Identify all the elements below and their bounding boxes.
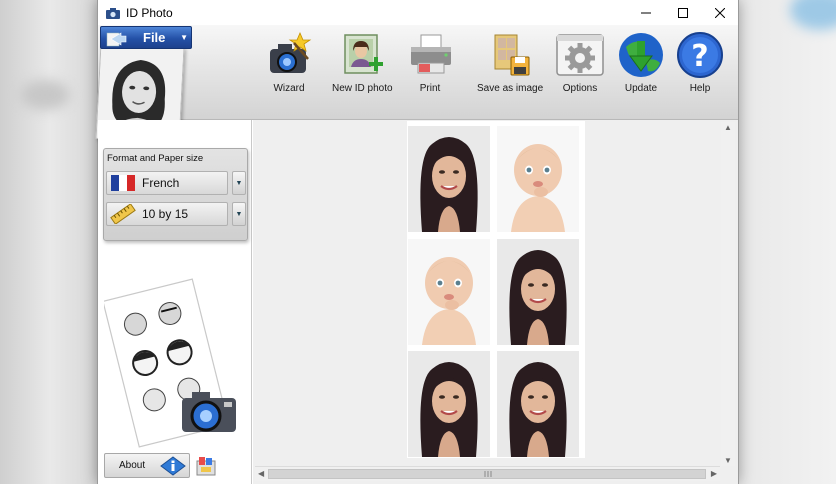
- globe-download-icon: [619, 33, 663, 77]
- id-photo-baby: [408, 239, 490, 345]
- horizontal-scrollbar[interactable]: ◀ ▶: [255, 466, 720, 481]
- minimize-icon: [640, 12, 651, 13]
- desktop-background: [20, 80, 70, 110]
- horizontal-scroll-thumb[interactable]: [268, 469, 706, 479]
- paper-size-select-value: 10 by 15: [142, 207, 189, 221]
- options-button[interactable]: Options: [555, 29, 605, 94]
- id-photo-woman: [408, 126, 490, 232]
- new-id-photo-icon: [344, 34, 384, 74]
- wizard-button[interactable]: Wizard: [264, 29, 314, 94]
- file-arrow-icon: [106, 32, 127, 47]
- update-label: Update: [624, 83, 658, 94]
- format-dropdown-button[interactable]: ▼: [232, 171, 246, 195]
- french-flag-icon: [111, 175, 135, 191]
- woman-portrait-image: [497, 239, 579, 345]
- format-panel-title: Format and Paper size: [107, 153, 204, 164]
- help-icon: ?: [677, 32, 723, 78]
- save-as-image-icon: [494, 34, 530, 76]
- vertical-scrollbar[interactable]: ▲ ▼: [721, 122, 735, 466]
- id-photo-woman: [497, 239, 579, 345]
- update-button[interactable]: Update: [616, 29, 666, 94]
- id-photo-woman: [497, 351, 579, 457]
- app-window: ID Photo File ▼ Wizard New ID photo Prin…: [95, 0, 739, 484]
- photo-sheet-illustration: [104, 278, 236, 448]
- ruler-icon: [110, 204, 136, 224]
- file-menu-button[interactable]: File ▼: [100, 26, 192, 49]
- format-select-value: French: [142, 176, 180, 190]
- maximize-button[interactable]: [664, 0, 701, 25]
- svg-text:?: ?: [691, 39, 708, 74]
- left-panel: Format and Paper size French ▼ 10 by 15 …: [98, 120, 252, 484]
- window-title: ID Photo: [126, 5, 173, 20]
- id-photo-baby: [497, 126, 579, 232]
- chevron-down-icon: ▼: [235, 179, 243, 187]
- close-icon: [714, 7, 725, 18]
- format-paper-panel: Format and Paper size French ▼ 10 by 15 …: [103, 148, 248, 241]
- about-label: About: [119, 460, 146, 471]
- woman-portrait-image: [408, 351, 490, 457]
- about-button[interactable]: About: [104, 453, 190, 478]
- save-as-image-button[interactable]: Save as image: [477, 29, 543, 94]
- toolbar: File ▼ Wizard New ID photo Print Save as…: [95, 25, 738, 144]
- print-label: Print: [419, 83, 441, 94]
- wizard-label: Wizard: [273, 83, 305, 94]
- minimize-button[interactable]: [627, 0, 664, 25]
- chevron-down-icon: ▼: [180, 33, 188, 42]
- woman-portrait-image: [497, 351, 579, 457]
- grip-icon: [484, 471, 492, 477]
- maximize-icon: [677, 7, 688, 18]
- printer-icon: [411, 34, 451, 74]
- wizard-camera-icon: [270, 31, 312, 73]
- scroll-left-arrow-icon[interactable]: ◀: [258, 469, 264, 478]
- options-label: Options: [562, 83, 598, 94]
- scroll-down-arrow-icon[interactable]: ▼: [724, 456, 732, 465]
- preview-area: ▲ ▼ ◀ ▶: [253, 120, 738, 484]
- toolbox-icon[interactable]: [195, 455, 217, 477]
- desktop-background: [790, 0, 836, 30]
- woman-portrait-image: [408, 126, 490, 232]
- scroll-right-arrow-icon[interactable]: ▶: [711, 469, 717, 478]
- app-camera-icon: [106, 7, 120, 19]
- baby-portrait-image: [497, 126, 579, 232]
- gear-icon: [556, 34, 604, 76]
- title-bar: ID Photo: [98, 0, 738, 25]
- format-select[interactable]: French: [106, 171, 228, 195]
- file-menu-label: File: [143, 30, 166, 45]
- new-id-photo-button[interactable]: New ID photo: [332, 29, 393, 94]
- print-button[interactable]: Print: [405, 29, 455, 94]
- baby-portrait-image: [408, 239, 490, 345]
- help-button[interactable]: ? Help: [675, 29, 725, 94]
- info-icon: [160, 456, 186, 476]
- scroll-up-arrow-icon[interactable]: ▲: [724, 123, 732, 132]
- close-button[interactable]: [701, 0, 738, 25]
- id-photo-woman: [408, 351, 490, 457]
- help-label: Help: [689, 83, 711, 94]
- chevron-down-icon: ▼: [235, 210, 243, 218]
- paper-size-select[interactable]: 10 by 15: [106, 202, 228, 226]
- save-as-image-label: Save as image: [477, 83, 544, 94]
- new-id-photo-label: New ID photo: [332, 83, 393, 94]
- print-sheet: [407, 121, 585, 458]
- paper-size-dropdown-button[interactable]: ▼: [232, 202, 246, 226]
